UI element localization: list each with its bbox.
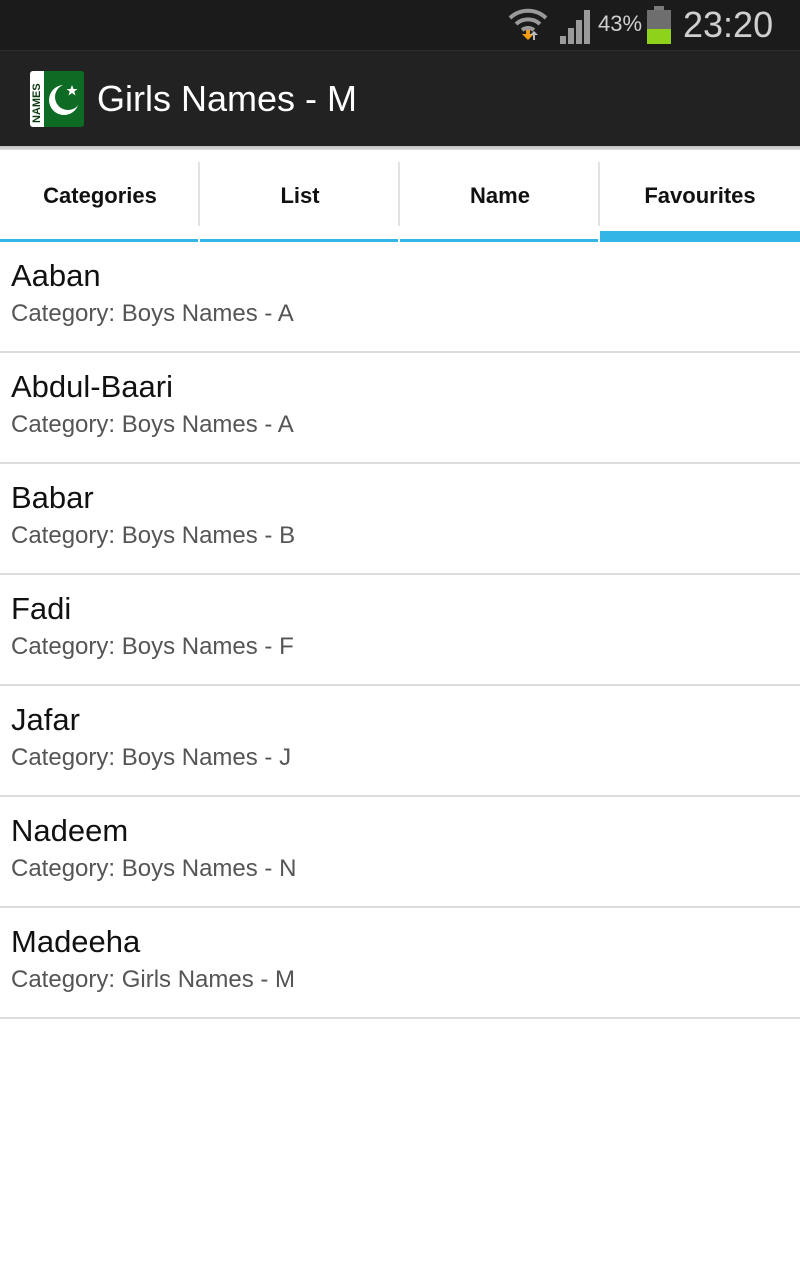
item-name: Nadeem bbox=[11, 813, 129, 848]
item-name: Madeeha bbox=[11, 924, 141, 959]
wifi-icon bbox=[508, 8, 548, 40]
item-name: Babar bbox=[11, 480, 94, 515]
tab-favourites[interactable]: Favourites bbox=[600, 150, 800, 242]
status-clock: 23:20 bbox=[683, 4, 774, 45]
item-category: Category: Boys Names - F bbox=[11, 633, 294, 660]
list-item[interactable]: Jafar Category: Boys Names - J bbox=[0, 686, 800, 797]
signal-icon bbox=[560, 10, 590, 44]
item-category: Category: Boys Names - B bbox=[11, 522, 296, 549]
tab-label: Categories bbox=[43, 183, 157, 208]
tab-list[interactable]: List bbox=[200, 150, 400, 242]
item-name: Fadi bbox=[11, 591, 72, 626]
favourites-list: Aaban Category: Boys Names - A Abdul-Baa… bbox=[0, 242, 800, 1019]
list-item[interactable]: Fadi Category: Boys Names - F bbox=[0, 575, 800, 686]
tab-bar: Categories List Name Favourites bbox=[0, 150, 800, 242]
status-bar: 43% 23:20 bbox=[0, 0, 800, 50]
list-item[interactable]: Aaban Category: Boys Names - A bbox=[0, 242, 800, 353]
tab-label: Name bbox=[470, 183, 530, 208]
tab-label: Favourites bbox=[644, 183, 756, 208]
item-name: Jafar bbox=[11, 702, 80, 737]
item-name: Abdul-Baari bbox=[11, 369, 173, 404]
battery-percent: 43% bbox=[598, 11, 643, 36]
tab-name[interactable]: Name bbox=[400, 150, 600, 242]
item-category: Category: Boys Names - J bbox=[11, 744, 292, 771]
list-item[interactable]: Babar Category: Boys Names - B bbox=[0, 464, 800, 575]
item-category: Category: Girls Names - M bbox=[11, 966, 296, 993]
item-category: Category: Boys Names - A bbox=[11, 300, 294, 327]
item-category: Category: Boys Names - A bbox=[11, 411, 294, 438]
tab-indicator-selected bbox=[600, 231, 800, 242]
page-title: Girls Names - M bbox=[97, 78, 357, 119]
list-item[interactable]: Abdul-Baari Category: Boys Names - A bbox=[0, 353, 800, 464]
item-category: Category: Boys Names - N bbox=[11, 855, 297, 882]
list-item[interactable]: Nadeem Category: Boys Names - N bbox=[0, 797, 800, 908]
battery-icon bbox=[647, 6, 671, 44]
tab-label: List bbox=[280, 183, 320, 208]
item-name: Aaban bbox=[11, 258, 101, 293]
tab-categories[interactable]: Categories bbox=[0, 150, 200, 242]
list-item[interactable]: Madeeha Category: Girls Names - M bbox=[0, 908, 800, 1019]
app-logo-icon[interactable]: NAMES bbox=[30, 71, 84, 127]
action-bar: NAMES Girls Names - M bbox=[0, 50, 800, 146]
svg-text:NAMES: NAMES bbox=[31, 83, 43, 123]
